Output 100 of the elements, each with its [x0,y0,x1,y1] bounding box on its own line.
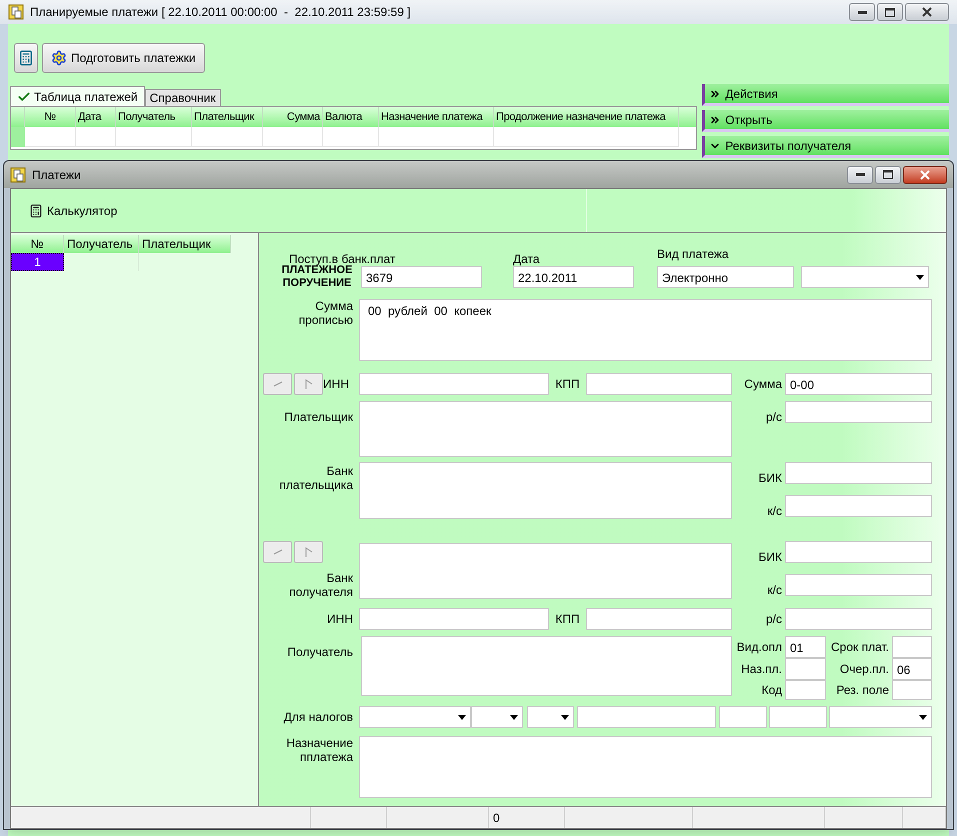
close-icon [922,7,932,17]
minimize-button[interactable] [847,166,873,184]
maximize-icon [883,170,893,179]
text-field[interactable]: Электронно [657,266,794,288]
field-label: Получатель [287,645,353,659]
row-number-cell[interactable]: 1 [11,253,64,271]
column-header[interactable]: Плательщик [139,235,231,253]
text-field[interactable] [892,680,932,700]
text-area[interactable] [359,543,732,599]
text-area[interactable] [359,736,932,798]
next-button[interactable] [294,373,323,395]
table-cell [263,127,323,147]
text-field[interactable] [359,608,549,630]
text-area[interactable] [359,462,732,519]
dropdown[interactable] [801,266,929,288]
dropdown[interactable] [471,706,523,728]
maximize-button[interactable] [875,166,901,184]
text-field[interactable]: 22.10.2011 [513,266,634,288]
column-header[interactable]: Получатель [64,235,139,253]
gear-icon [51,50,67,66]
text-field[interactable] [577,706,716,728]
close-button[interactable] [903,166,947,184]
text-field[interactable] [785,680,826,700]
text-field[interactable] [785,462,932,484]
field-label: БИК [758,471,782,485]
next-button[interactable] [294,541,323,563]
text-field[interactable] [785,608,932,630]
text-field[interactable] [586,608,732,630]
text-field[interactable]: 01 [785,636,826,658]
text-field[interactable] [769,706,827,728]
field-label: Наз.пл. [741,662,782,676]
minimize-icon [856,173,864,176]
calculator-icon [18,50,34,66]
field-label: Рез. поле [836,683,889,697]
text-field[interactable]: 3679 [361,266,482,288]
dropdown[interactable] [527,706,574,728]
field-label: БИК [758,550,782,564]
previous-button[interactable] [263,541,292,563]
panel-header[interactable]: Действия [702,84,949,106]
text-field[interactable] [359,373,549,395]
text-area[interactable]: 00 рублей 00 копеек [359,299,932,361]
column-header[interactable]: Валюта [323,107,379,127]
text-field[interactable]: 06 [892,658,932,680]
caret-icon [919,714,927,720]
caret-icon [916,274,924,280]
text-field[interactable]: 0-00 [785,373,932,395]
column-header[interactable]: Дата [76,107,116,127]
field-label: ИНН [327,612,353,626]
maximize-button[interactable] [877,3,903,21]
maximize-icon [885,8,895,16]
close-button[interactable] [905,3,949,21]
text-field[interactable] [892,636,932,658]
minimize-icon [858,10,866,14]
field-label: Очер.пл. [840,662,889,676]
table-cell [192,127,263,147]
column-header[interactable]: Получатель [116,107,192,127]
app-icon [8,4,24,20]
text-area[interactable] [359,401,732,457]
previous-button[interactable] [263,373,292,395]
field-label: Вид платежа [657,247,729,261]
calculator-button[interactable]: Калькулятор [27,200,120,222]
text-field[interactable] [785,574,932,596]
table-cell [25,127,76,147]
table-cell [76,127,116,147]
text-field[interactable] [586,373,732,395]
column-header[interactable]: Назначение платежа [379,107,494,127]
dropdown[interactable] [829,706,932,728]
field-label: КПП [555,612,580,626]
table-cell [323,127,379,147]
text-field[interactable] [785,541,932,563]
field-label: к/с [767,504,782,518]
prepare-payments-button[interactable]: Подготовить платежки [42,43,205,73]
app-icon [10,166,26,182]
field-label: КПП [555,377,580,391]
column-header[interactable]: Продолжение назначение платежа [494,107,679,127]
dropdown[interactable] [359,706,471,728]
field-label: Код [762,683,782,697]
caret-icon [561,714,569,720]
tab[interactable]: Таблица платежей [10,86,145,106]
column-header[interactable]: Сумма [263,107,323,127]
text-field[interactable] [785,658,826,680]
window-title: Планируемые платежи [ 22.10.2011 00:00:00 - 22.10.2011 23:59:59 ] [30,4,412,21]
field-label: Банк плательщика [278,464,353,492]
text-field[interactable] [785,401,932,423]
check-icon [17,90,31,104]
tab[interactable]: Справочник [144,89,221,106]
row-indicator[interactable] [11,127,25,147]
field-label: р/с [766,612,782,626]
field-label: Поступ.в банк.плат [289,252,396,266]
panel-header[interactable]: Реквизиты получателя [702,136,949,158]
text-field[interactable] [719,706,767,728]
text-area[interactable] [361,636,732,696]
close-icon [920,170,930,180]
column-header[interactable]: № [25,107,76,127]
status-count: 0 [493,811,500,825]
minimize-button[interactable] [849,3,875,21]
panel-header[interactable]: Открыть [702,110,949,132]
column-header[interactable]: Плательщик [192,107,263,127]
calculator-button[interactable] [14,43,38,73]
text-field[interactable] [785,495,932,517]
